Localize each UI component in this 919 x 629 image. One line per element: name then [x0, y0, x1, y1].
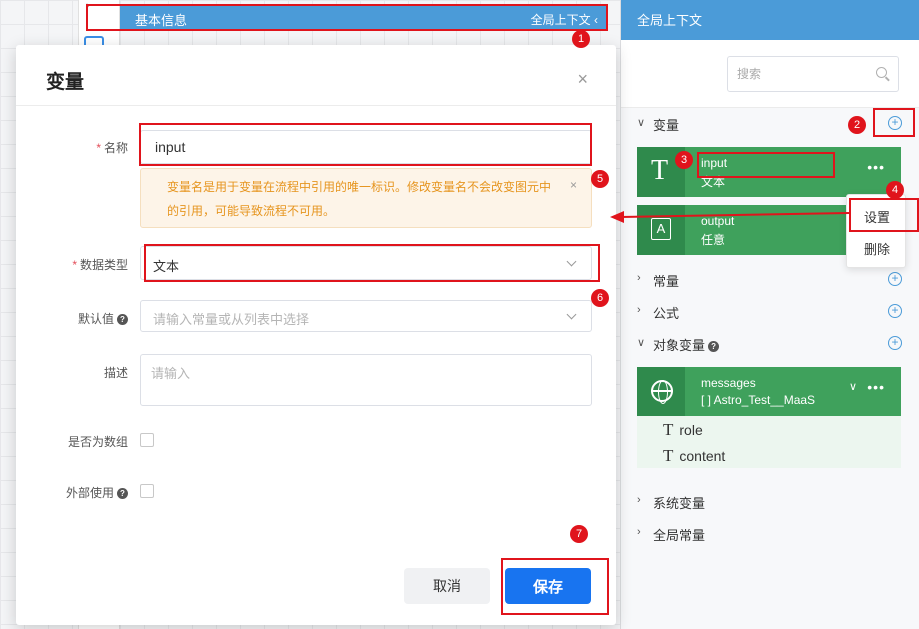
- arrow-head: [610, 211, 624, 223]
- annotation-arrow: [610, 211, 850, 223]
- arrow-line: [619, 212, 850, 218]
